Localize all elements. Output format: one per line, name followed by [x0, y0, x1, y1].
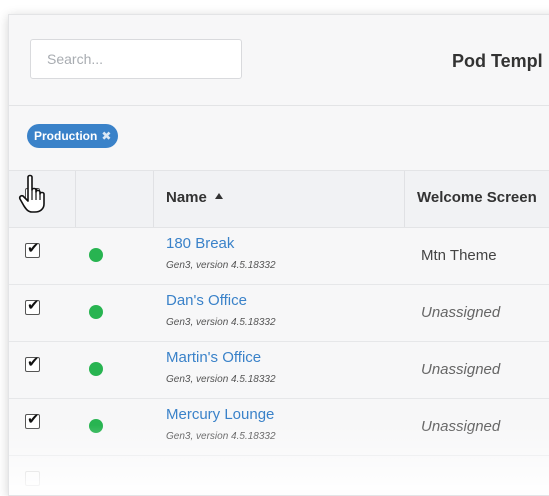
pods-panel: Pod Templ Production ✖ ✔ Name Welcome Sc… [8, 14, 549, 496]
pod-name-link[interactable]: Dan's Office [166, 292, 247, 309]
checkmark-icon: ✔ [27, 411, 40, 428]
pod-name-link[interactable]: Mercury Lounge [166, 406, 274, 423]
hand-pointer-cursor-icon [18, 174, 45, 213]
close-icon[interactable]: ✖ [101, 130, 111, 142]
row-checkbox[interactable]: ✔ [25, 240, 40, 258]
welcome-screen-value: Unassigned [421, 361, 501, 378]
row-checkbox[interactable]: ✔ [25, 297, 40, 315]
table-row[interactable]: ✔ Martin's Office Gen3, version 4.5.1833… [9, 341, 549, 399]
row-checkbox[interactable]: ✔ [25, 411, 40, 429]
status-online-icon [89, 362, 103, 376]
header-divider [9, 105, 549, 106]
filter-chip-production[interactable]: Production ✖ [27, 124, 119, 148]
table-row[interactable]: ✔ Mercury Lounge Gen3, version 4.5.18332… [9, 398, 549, 456]
pod-name-link[interactable]: 180 Break [166, 235, 234, 252]
status-online-icon [89, 419, 103, 433]
column-header-name-label: Name [166, 189, 207, 206]
page-title: Pod Templ [452, 51, 543, 71]
checkmark-icon: ✔ [27, 297, 40, 314]
row-checkbox[interactable]: ✔ [25, 354, 40, 372]
checkmark-icon: ✔ [27, 354, 40, 371]
column-divider [404, 171, 405, 227]
filter-chip-label: Production [34, 129, 98, 143]
table-header: ✔ Name Welcome Screen [9, 170, 549, 228]
column-divider [75, 171, 76, 227]
search-input[interactable] [30, 39, 242, 79]
welcome-screen-value: Unassigned [421, 418, 501, 435]
status-online-icon [89, 305, 103, 319]
sort-ascending-icon [214, 193, 223, 200]
table-row[interactable] [9, 455, 549, 495]
pod-version: Gen3, version 4.5.18332 [166, 374, 276, 385]
row-checkbox[interactable] [25, 471, 40, 486]
status-online-icon [89, 248, 103, 262]
table-row[interactable]: ✔ 180 Break Gen3, version 4.5.18332 Mtn … [9, 227, 549, 285]
pod-version: Gen3, version 4.5.18332 [166, 260, 276, 271]
welcome-screen-value: Mtn Theme [421, 247, 497, 264]
column-header-welcome[interactable]: Welcome Screen [417, 189, 537, 206]
pod-name-link[interactable]: Martin's Office [166, 349, 261, 366]
column-divider [153, 171, 154, 227]
welcome-screen-value: Unassigned [421, 304, 501, 321]
pod-version: Gen3, version 4.5.18332 [166, 317, 276, 328]
pod-version: Gen3, version 4.5.18332 [166, 431, 276, 442]
checkmark-icon: ✔ [27, 240, 40, 257]
table-row[interactable]: ✔ Dan's Office Gen3, version 4.5.18332 U… [9, 284, 549, 342]
column-header-name[interactable]: Name [166, 189, 223, 206]
